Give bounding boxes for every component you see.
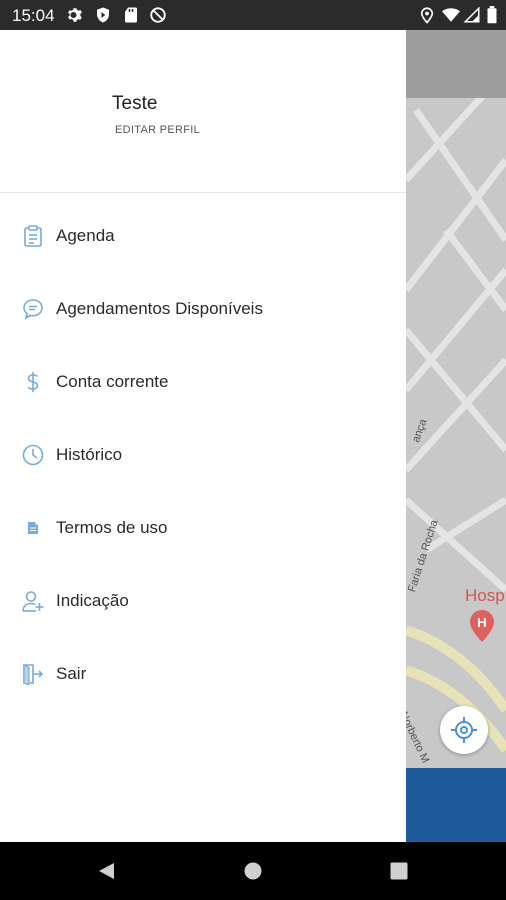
recents-icon — [390, 862, 408, 880]
status-time: 15:04 — [12, 6, 55, 25]
menu-item-indicacao[interactable]: Indicação — [0, 574, 406, 630]
menu-item-label: Sair — [56, 664, 87, 683]
edit-profile-link[interactable]: EDITAR PERFIL — [115, 124, 200, 136]
gear-icon — [68, 8, 82, 22]
map-view[interactable]: ança Faria da Rocha Norberto M Hosp H — [406, 30, 506, 842]
menu-item-agenda[interactable]: Agenda — [0, 209, 406, 265]
menu-item-label: Termos de uso — [56, 518, 168, 537]
chat-icon — [23, 299, 43, 320]
clipboard-icon — [24, 225, 42, 247]
home-icon — [244, 862, 262, 880]
document-icon — [28, 522, 38, 534]
menu-item-label: Indicação — [56, 591, 129, 610]
user-name: Teste — [112, 93, 158, 114]
blocked-icon — [150, 7, 166, 23]
system-nav-bar — [0, 842, 506, 900]
menu-item-conta-corrente[interactable]: Conta corrente — [0, 355, 406, 411]
dollar-icon — [27, 372, 39, 392]
menu-item-sair[interactable]: Sair — [0, 647, 406, 703]
location-icon — [420, 7, 434, 24]
status-bar: 15:04 — [0, 0, 506, 30]
menu-item-historico[interactable]: Histórico — [0, 428, 406, 484]
place-label[interactable]: Hosp — [465, 586, 505, 606]
crosshair-icon — [451, 717, 477, 743]
recents-button[interactable] — [369, 842, 429, 900]
svg-text:H: H — [477, 615, 486, 630]
menu-item-label: Agenda — [56, 226, 115, 245]
drawer-header: Teste EDITAR PERFIL — [0, 30, 406, 193]
menu-item-label: Conta corrente — [56, 372, 169, 391]
menu-item-termos-de-uso[interactable]: Termos de uso — [0, 501, 406, 557]
wifi-icon — [442, 8, 460, 22]
locate-button[interactable] — [440, 706, 488, 754]
menu-item-label: Agendamentos Disponíveis — [56, 299, 263, 318]
back-button[interactable] — [76, 842, 136, 900]
sd-card-icon — [125, 7, 137, 23]
shield-icon — [97, 7, 109, 23]
bottom-panel[interactable] — [406, 768, 506, 842]
back-icon — [99, 863, 114, 879]
exit-icon — [23, 664, 44, 685]
app-bar-overlay — [406, 30, 506, 98]
add-user-icon — [22, 591, 44, 612]
hospital-pin-icon[interactable]: H — [470, 610, 494, 642]
navigation-drawer: Teste EDITAR PERFIL Agenda Agendamentos … — [0, 30, 406, 842]
menu-item-agendamentos-disponiveis[interactable]: Agendamentos Disponíveis — [0, 282, 406, 338]
signal-icon — [463, 6, 480, 23]
menu-item-label: Histórico — [56, 445, 123, 464]
clock-icon — [22, 444, 44, 466]
battery-icon — [487, 6, 497, 24]
home-button[interactable] — [223, 842, 283, 900]
